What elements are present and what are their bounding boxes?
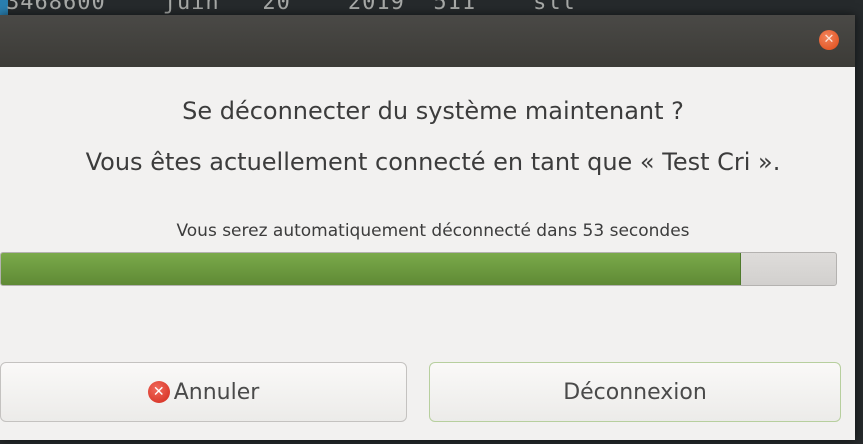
logout-button[interactable]: Déconnexion [429, 362, 841, 422]
close-icon[interactable]: ✕ [819, 30, 839, 50]
dialog-subheading: Vous êtes actuellement connecté en tant … [85, 148, 781, 176]
cancel-button[interactable]: ✕ Annuler [0, 362, 407, 422]
cancel-icon: ✕ [147, 381, 170, 403]
cancel-button-label: Annuler [173, 379, 260, 405]
terminal-top-line: 3468600 juin 20 2019 511 sll [6, 0, 576, 15]
countdown-progress-bar [0, 252, 837, 286]
dialog-titlebar: ✕ [0, 15, 855, 67]
logout-button-label: Déconnexion [563, 379, 707, 405]
countdown-label: Vous serez automatiquement déconnecté da… [176, 221, 690, 241]
dialog-heading: Se déconnecter du système maintenant ? [182, 97, 684, 125]
dialog-content: Se déconnecter du système maintenant ? V… [0, 67, 855, 440]
logout-dialog: ✕ Se déconnecter du système maintenant ?… [0, 15, 855, 440]
progress-fill [1, 253, 741, 285]
